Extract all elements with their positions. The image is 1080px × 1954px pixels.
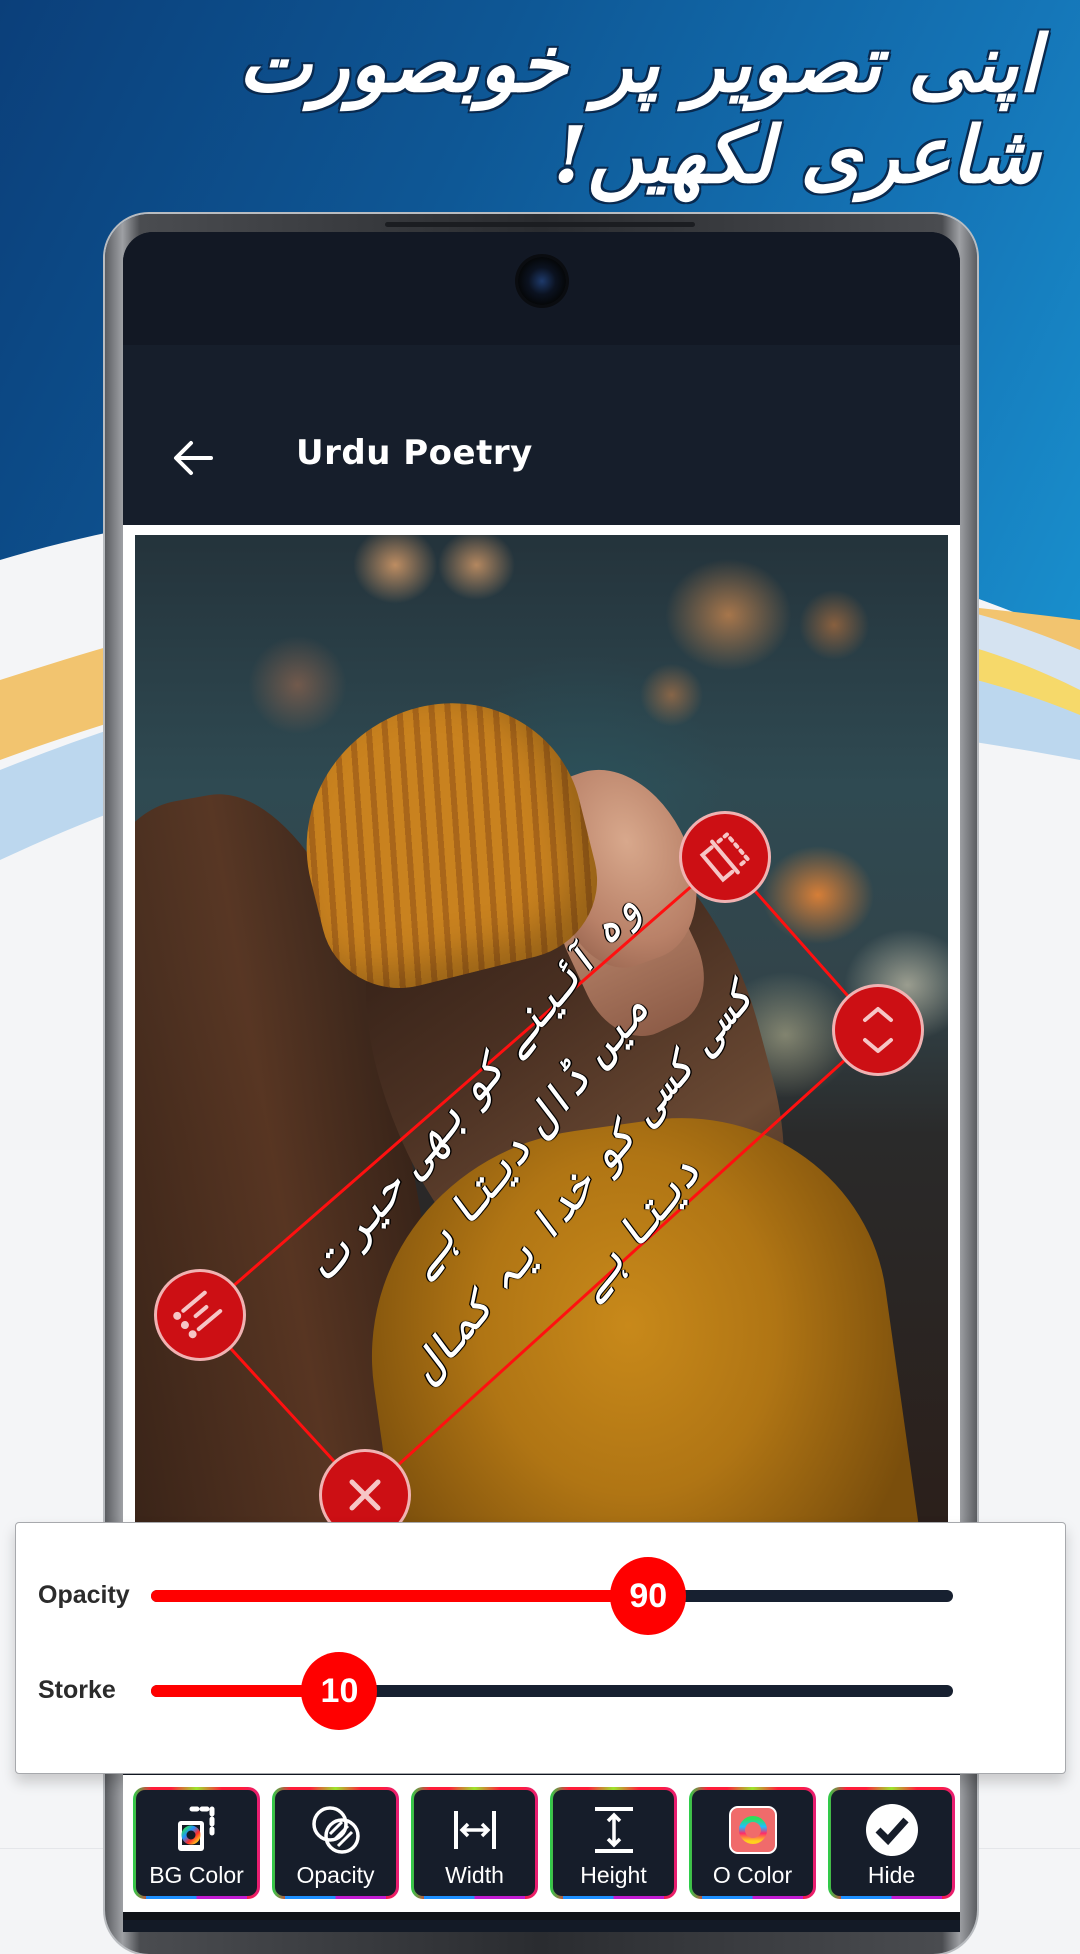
- hide-button[interactable]: Hide: [828, 1787, 955, 1899]
- tool-label: Hide: [867, 1862, 916, 1888]
- tool-label: Height: [580, 1862, 647, 1888]
- resize-handle[interactable]: [835, 987, 921, 1073]
- opacity-button[interactable]: Opacity: [272, 1787, 399, 1899]
- check-circle-icon: [865, 1804, 918, 1856]
- width-button[interactable]: Width: [411, 1787, 538, 1899]
- front-camera: [518, 257, 566, 305]
- outline-color-button[interactable]: O Color: [689, 1787, 816, 1899]
- status-bar: [123, 232, 960, 345]
- back-button[interactable]: [163, 430, 223, 486]
- opacity-slider[interactable]: 90: [151, 1557, 953, 1635]
- phone-bottom-bezel: [123, 1912, 960, 1920]
- opacity-slider-thumb[interactable]: 90: [610, 1557, 687, 1635]
- opacity-slider-row: Opacity 90: [16, 1556, 1065, 1636]
- resize-vertical-icon: [863, 1007, 893, 1053]
- opacity-slider-label: Opacity: [38, 1581, 130, 1609]
- height-button[interactable]: Height: [550, 1787, 677, 1899]
- tool-label: BG Color: [149, 1862, 244, 1888]
- bg-color-icon: [177, 1806, 214, 1851]
- bottom-toolbar: BG Color Opacity Width Height O Color Hi…: [123, 1775, 960, 1920]
- height-icon: [594, 1807, 633, 1853]
- edited-photo[interactable]: وہ آئینے کو بھی حیرت میں ڈال دیتا ہے کسی…: [135, 535, 948, 1535]
- photo-frame: وہ آئینے کو بھی حیرت میں ڈال دیتا ہے کسی…: [123, 525, 960, 1545]
- app-bar: Urdu Poetry: [123, 345, 960, 525]
- flip-icon: [699, 831, 751, 883]
- stroke-slider-thumb[interactable]: 10: [301, 1652, 378, 1730]
- promo-headline: اپنی تصویر پر خوبصورت شاعری لکھیں!: [238, 19, 1040, 201]
- stroke-slider-row: Storke 10: [16, 1651, 1065, 1731]
- width-icon: [453, 1811, 496, 1849]
- outline-color-icon: [728, 1806, 777, 1854]
- tool-label: O Color: [712, 1862, 793, 1888]
- bg-color-button[interactable]: BG Color: [133, 1787, 260, 1899]
- slider-panel: Opacity 90 Storke 10: [15, 1522, 1066, 1774]
- arrow-left-icon: [174, 441, 213, 475]
- stroke-slider-label: Storke: [38, 1676, 116, 1704]
- tool-label: Width: [445, 1862, 504, 1888]
- opacity-icon: [311, 1806, 360, 1854]
- page-title: Urdu Poetry: [296, 433, 533, 473]
- phone-speaker: [385, 222, 695, 227]
- opacity-slider-fill: [151, 1590, 649, 1602]
- tool-label: Opacity: [296, 1862, 375, 1888]
- stroke-slider[interactable]: 10: [151, 1652, 953, 1730]
